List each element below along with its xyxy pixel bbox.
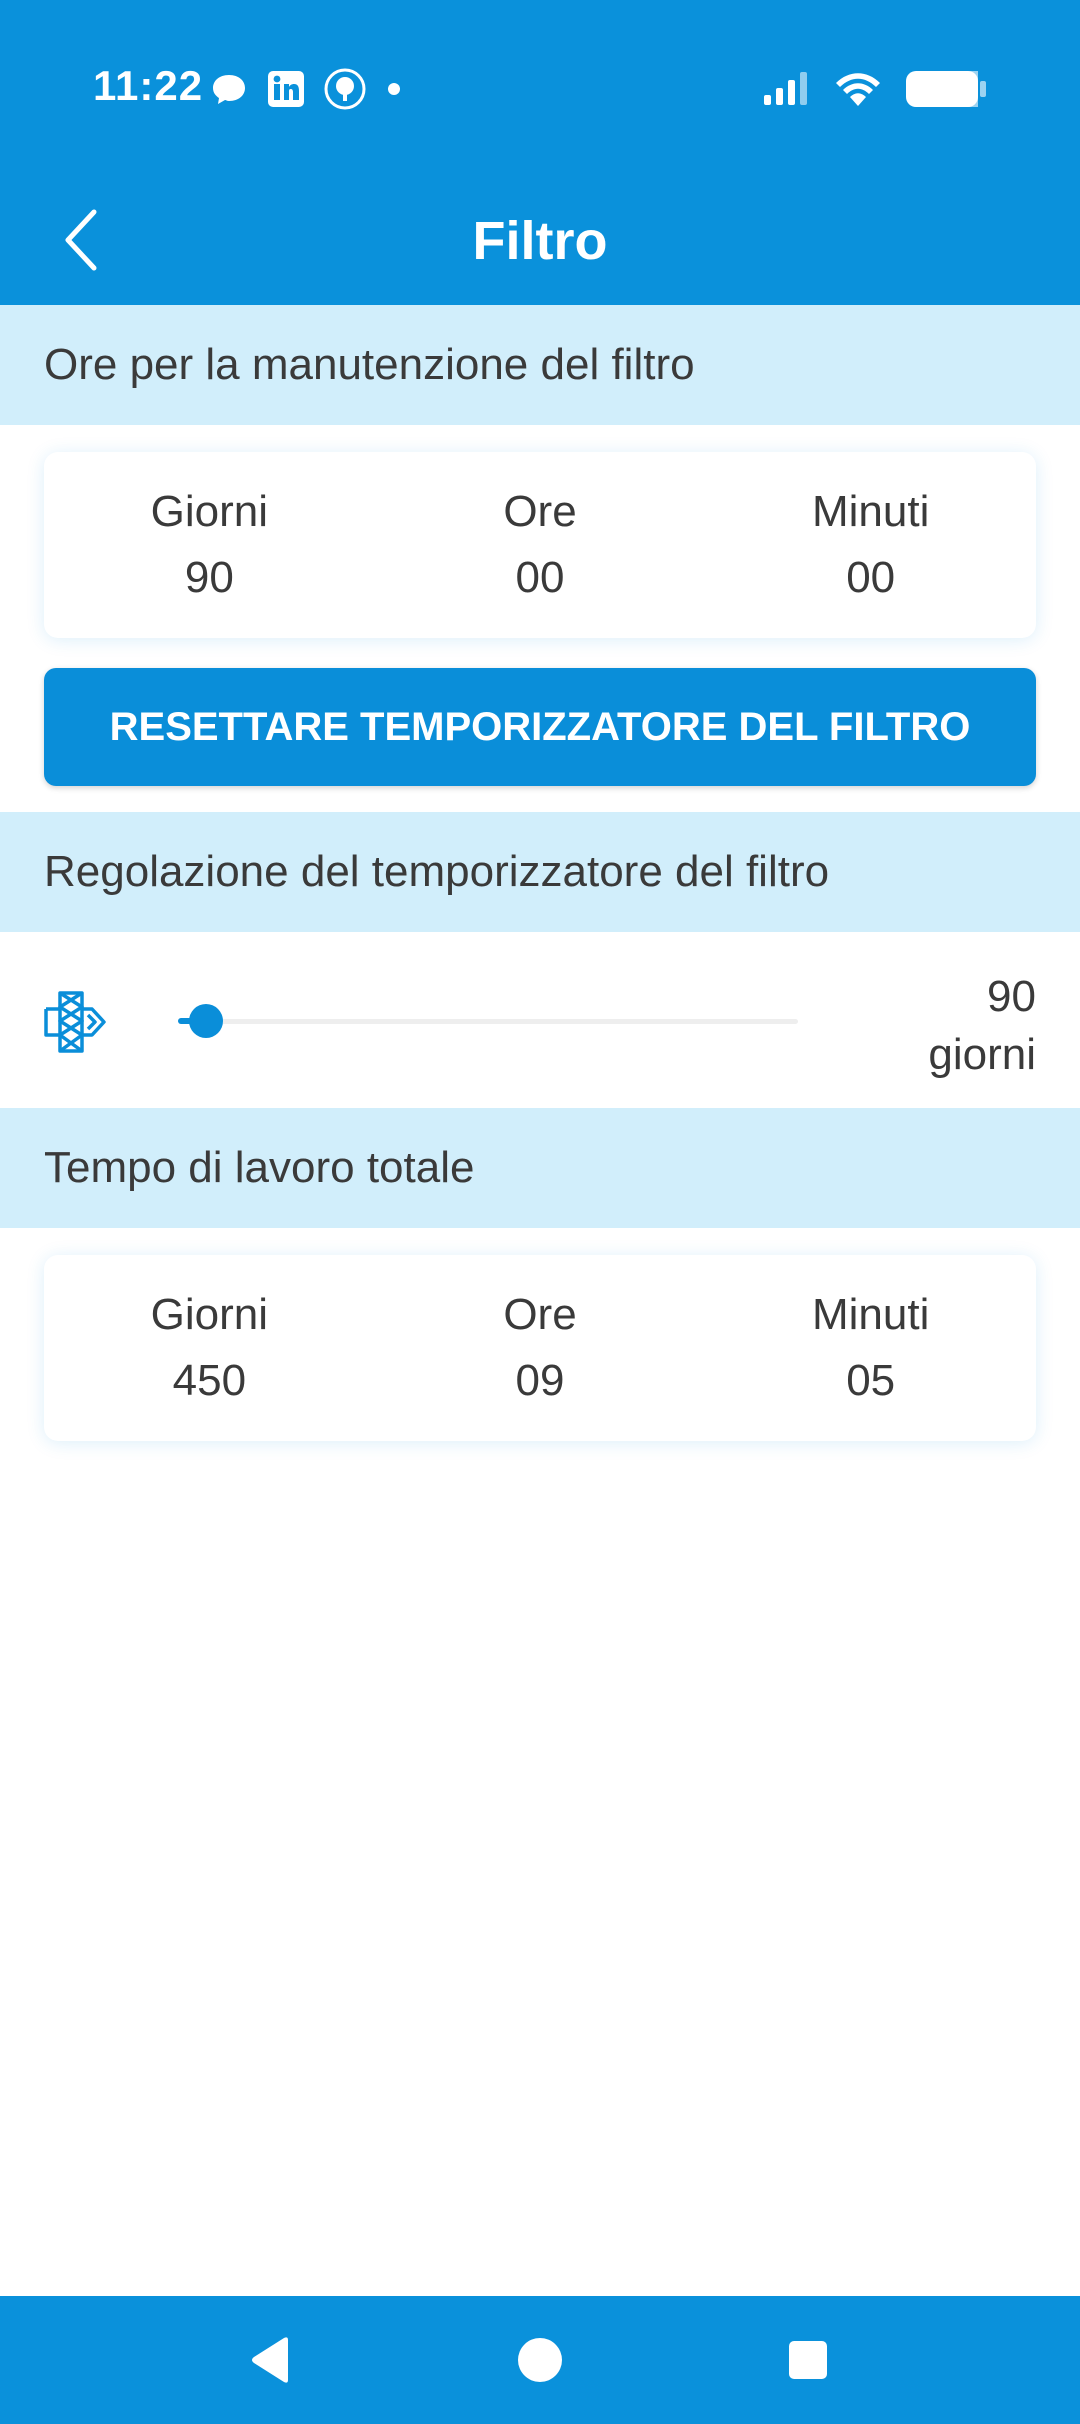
days-value: 90 (184, 553, 234, 602)
timer-value: 90 giorni (928, 968, 1036, 1084)
nav-recents-button[interactable] (778, 2330, 838, 2390)
hours-value: 00 (515, 553, 565, 602)
total-work-header: Tempo di lavoro totale (0, 1108, 1080, 1228)
days-label: Giorni (150, 487, 269, 536)
hours-label: Ore (503, 1290, 577, 1339)
page-title: Filtro (472, 211, 608, 271)
minutes-value: 05 (846, 1356, 896, 1405)
maintenance-minutes: Minuti 00 (705, 452, 1036, 638)
slider-thumb[interactable] (188, 1004, 223, 1038)
hours-value: 09 (515, 1356, 565, 1405)
maintenance-hours: Ore 00 (375, 452, 706, 638)
navigation-bar (0, 2296, 1080, 2424)
home-circle-icon (518, 2338, 562, 2382)
total-work-card: Giorni 450 Ore 09 Minuti 05 (44, 1255, 1036, 1441)
maintenance-card: Giorni 90 Ore 00 Minuti 00 (44, 452, 1036, 638)
nav-home-button[interactable] (510, 2330, 570, 2390)
timer-adjust-row: 90 giorni (0, 932, 1080, 1108)
minutes-label: Minuti (811, 1290, 930, 1339)
minutes-value: 00 (846, 553, 896, 602)
filter-icon (44, 991, 106, 1053)
status-bar: 11:22 (0, 0, 1080, 175)
chat-bubble-icon (213, 75, 245, 104)
timer-slider[interactable] (178, 1004, 798, 1038)
tree-badge-icon (324, 68, 366, 110)
nav-back-button[interactable] (240, 2330, 300, 2390)
minutes-label: Minuti (811, 487, 930, 536)
system-icons (762, 64, 988, 114)
dot-icon (388, 83, 400, 95)
total-hours: Ore 09 (375, 1255, 706, 1441)
app-bar: Filtro (0, 175, 1080, 305)
wifi-icon (836, 73, 880, 106)
battery-icon (906, 71, 986, 107)
timer-adjust-header: Regolazione del temporizzatore del filtr… (0, 812, 1080, 932)
days-label: Giorni (150, 1290, 269, 1339)
timer-value-number: 90 (987, 972, 1036, 1021)
reset-filter-timer-button[interactable]: RESETTARE TEMPORIZZATORE DEL FILTRO (44, 668, 1036, 786)
back-triangle-icon (252, 2337, 288, 2383)
hours-label: Ore (503, 487, 577, 536)
slider-track (178, 1019, 798, 1024)
maintenance-header: Ore per la manutenzione del filtro (0, 305, 1080, 425)
notification-icons (210, 64, 404, 114)
total-days: Giorni 450 (44, 1255, 375, 1441)
timer-value-unit: giorni (928, 1030, 1036, 1079)
signal-icon (764, 72, 807, 105)
maintenance-days: Giorni 90 (44, 452, 375, 638)
total-minutes: Minuti 05 (705, 1255, 1036, 1441)
linkedin-icon (268, 71, 304, 107)
status-time: 11:22 (93, 62, 204, 109)
recents-square-icon (789, 2341, 827, 2379)
days-value: 450 (172, 1356, 247, 1405)
